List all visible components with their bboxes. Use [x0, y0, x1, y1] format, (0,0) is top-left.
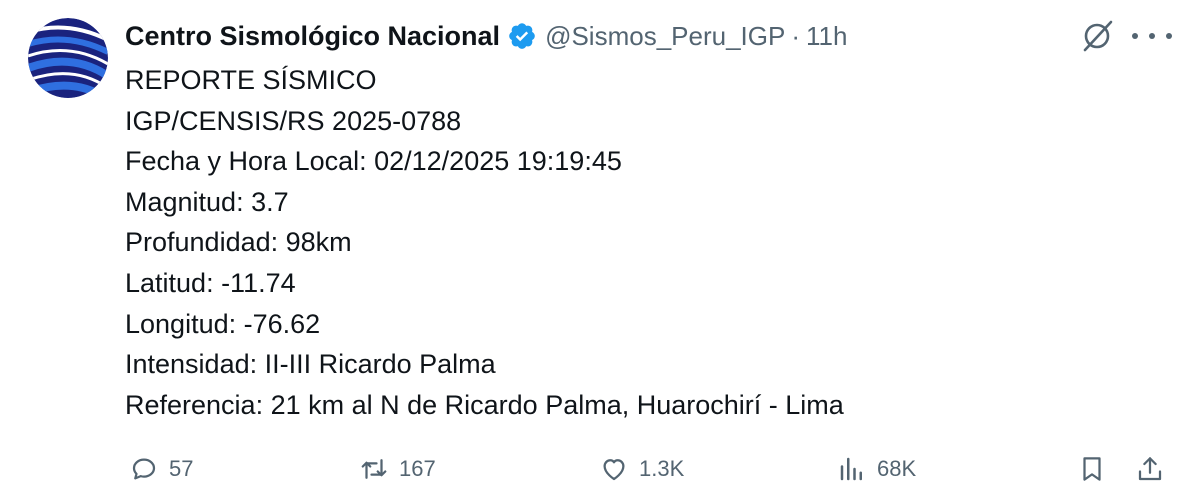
- report-intensity: Intensidad: II-III Ricardo Palma: [125, 349, 496, 380]
- grok-icon[interactable]: [1080, 19, 1114, 53]
- avatar[interactable]: [28, 18, 108, 98]
- tweet-header: Centro Sismológico Nacional @Sismos_Peru…: [125, 14, 847, 58]
- report-magnitude: Magnitud: 3.7: [125, 186, 289, 217]
- bookmark-icon: [1083, 457, 1101, 481]
- separator-dot: ·: [791, 20, 800, 51]
- bookmark-button[interactable]: [1077, 446, 1107, 492]
- author-name[interactable]: Centro Sismológico Nacional: [125, 21, 500, 52]
- report-longitude: Longitud: -76.62: [125, 308, 321, 339]
- tweet[interactable]: Centro Sismológico Nacional @Sismos_Peru…: [0, 0, 1200, 504]
- igp-logo-icon: [28, 18, 108, 98]
- like-count: 1.3K: [639, 456, 685, 481]
- more-options-icon[interactable]: [1132, 19, 1172, 53]
- report-latitude: Latitud: -11.74: [125, 267, 296, 298]
- verified-badge-icon[interactable]: [507, 21, 537, 51]
- views-button[interactable]: 68K: [837, 446, 916, 492]
- repost-button[interactable]: 167: [359, 446, 436, 492]
- share-icon: [1138, 457, 1162, 481]
- action-bar: 57 167 1.3K 68K: [125, 446, 1175, 492]
- report-datetime: Fecha y Hora Local: 02/12/2025 19:19:45: [125, 146, 622, 177]
- report-reference: Referencia: 21 km al N de Ricardo Palma,…: [125, 389, 844, 420]
- post-time[interactable]: 11h: [806, 21, 847, 52]
- views-count: 68K: [877, 456, 917, 481]
- like-icon: [603, 459, 625, 481]
- reply-icon: [132, 458, 156, 480]
- reply-count: 57: [169, 456, 194, 481]
- repost-count: 167: [399, 456, 436, 481]
- more-dot: [1149, 33, 1155, 39]
- report-title: REPORTE SÍSMICO: [125, 65, 377, 95]
- more-dot: [1132, 33, 1138, 39]
- repost-icon: [361, 459, 387, 479]
- tweet-text: REPORTE SÍSMICO IGP/CENSIS/RS 2025-0788 …: [125, 60, 844, 425]
- views-icon: [840, 457, 862, 481]
- reply-button[interactable]: 57: [129, 446, 193, 492]
- report-depth: Profundidad: 98km: [125, 227, 352, 258]
- author-handle[interactable]: @Sismos_Peru_IGP: [545, 21, 785, 52]
- like-button[interactable]: 1.3K: [599, 446, 684, 492]
- report-code: IGP/CENSIS/RS 2025-0788: [125, 105, 462, 136]
- more-dot: [1166, 33, 1172, 39]
- share-button[interactable]: [1135, 446, 1165, 492]
